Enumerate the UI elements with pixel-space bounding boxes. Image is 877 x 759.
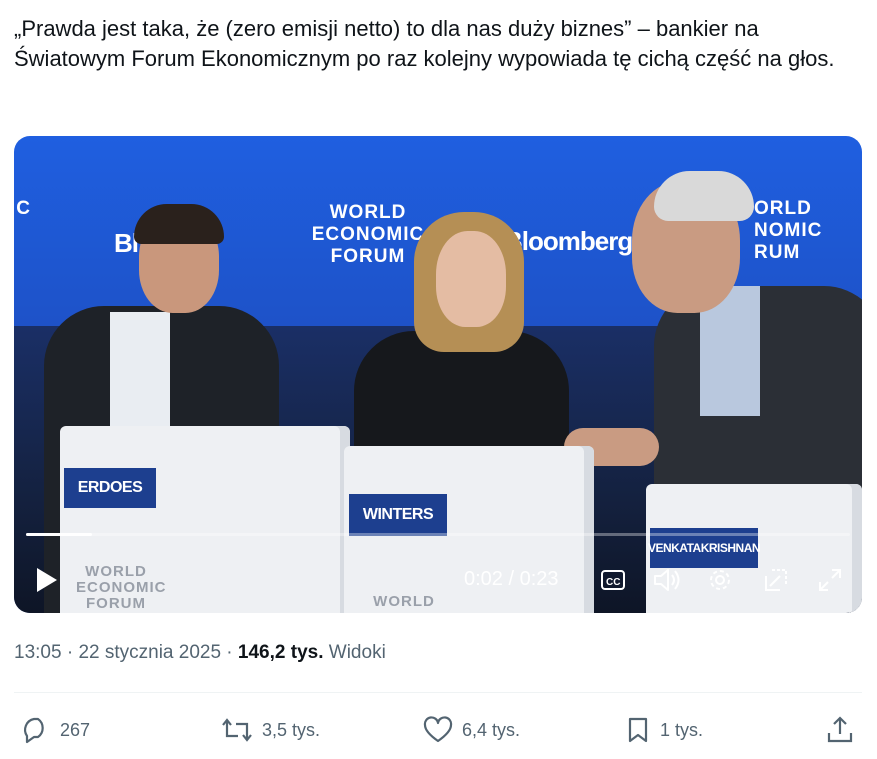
views-count: 146,2 tys. (237, 642, 324, 663)
settings-icon[interactable] (706, 566, 734, 599)
reply-button[interactable]: 267 (20, 708, 90, 752)
play-icon[interactable] (34, 566, 60, 599)
tweet-date[interactable]: 22 stycznia 2025 (78, 642, 221, 663)
fullscreen-icon[interactable] (816, 566, 844, 599)
repost-button[interactable]: 3,5 tys. (220, 708, 320, 752)
reply-count: 267 (60, 719, 91, 740)
tweet-actions: 267 3,5 tys. 6,4 tys. 1 tys. (0, 708, 877, 752)
video-player[interactable]: IC Bl WORLD ECONOMIC FORUM Bloomberg ORL… (14, 136, 862, 613)
time-total: 0:23 (519, 568, 559, 590)
reply-icon (24, 717, 44, 744)
repost-icon (222, 718, 252, 742)
video-time: 0:02 / 0:23 (464, 568, 559, 590)
nameplate-erdoes: ERDOES (64, 468, 156, 508)
video-progress-bar[interactable] (26, 533, 850, 536)
tweet-time[interactable]: 13:05 (14, 642, 62, 663)
tweet-text: „Prawda jest taka, że (zero emisji netto… (14, 16, 835, 71)
heart-icon (423, 716, 453, 743)
video-controls: 0:02 / 0:23 CC (14, 556, 862, 606)
repost-count: 3,5 tys. (262, 719, 321, 740)
svg-text:CC: CC (606, 577, 620, 588)
bookmark-icon (628, 717, 648, 743)
backdrop-wef-logo-partial-right: ORLD NOMIC RUM (754, 198, 823, 263)
volume-icon[interactable] (652, 566, 682, 599)
divider (14, 692, 862, 693)
views-label: Widoki (328, 642, 386, 663)
bookmark-count: 1 tys. (660, 719, 704, 740)
time-current: 0:02 (464, 568, 503, 590)
tweet-meta: 13:05 · 22 stycznia 2025 · 146,2 tys. Wi… (14, 642, 386, 663)
captions-icon[interactable]: CC (600, 568, 626, 597)
share-icon (827, 716, 853, 743)
popout-icon[interactable] (762, 566, 790, 599)
bookmark-button[interactable]: 1 tys. (624, 708, 703, 752)
like-count: 6,4 tys. (462, 719, 521, 740)
backdrop-wef-logo-partial-left: IC (14, 198, 31, 219)
backdrop-wef-logo: WORLD ECONOMIC FORUM (311, 202, 425, 267)
share-button[interactable] (825, 708, 863, 752)
nameplate-winters: WINTERS (349, 494, 447, 536)
video-progress-fill (26, 533, 92, 536)
like-button[interactable]: 6,4 tys. (422, 708, 520, 752)
